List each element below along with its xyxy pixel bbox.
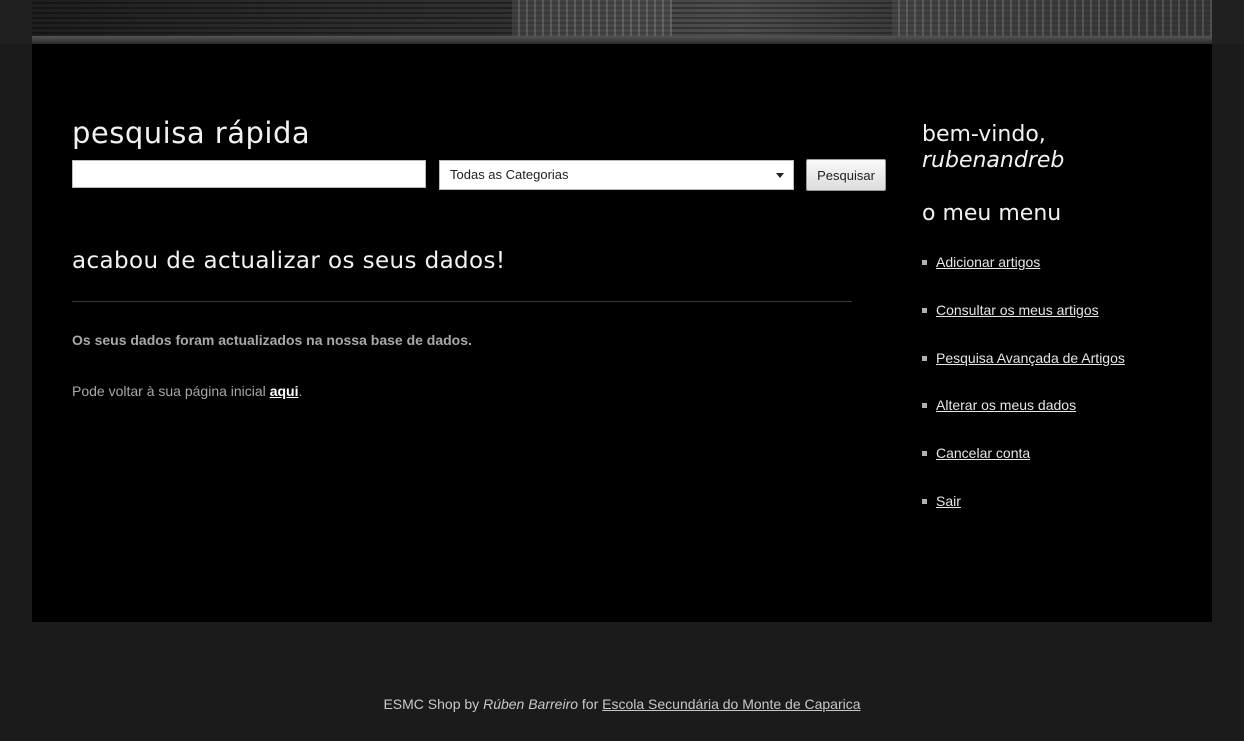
- divider: [72, 301, 852, 302]
- search-input[interactable]: [72, 160, 426, 188]
- return-home-text: Pode voltar à sua página inicial: [72, 383, 270, 399]
- return-home-message: Pode voltar à sua página inicial aqui.: [72, 383, 302, 399]
- menu-link-edit-profile[interactable]: Alterar os meus dados: [936, 397, 1076, 413]
- footer-middle: for: [578, 696, 603, 712]
- dropdown-arrow-icon: [776, 173, 784, 178]
- category-select[interactable]: Todas as Categorias: [439, 160, 794, 190]
- username: rubenandreb: [922, 148, 1065, 173]
- footer: ESMC Shop by Rúben Barreiro for Escola S…: [0, 696, 1244, 712]
- menu-link-my-articles[interactable]: Consultar os meus artigos: [936, 302, 1099, 318]
- return-home-link[interactable]: aqui: [270, 383, 299, 399]
- update-confirmation-message: Os seus dados foram actualizados na noss…: [72, 332, 472, 348]
- menu-link-cancel-account[interactable]: Cancelar conta: [936, 445, 1030, 461]
- return-home-suffix: .: [298, 383, 303, 399]
- footer-school-link[interactable]: Escola Secundária do Monte de Caparica: [602, 696, 860, 712]
- bullet-icon: [922, 451, 927, 457]
- bullet-icon: [922, 355, 927, 361]
- bullet-icon: [922, 498, 927, 504]
- header-banner-image: [32, 0, 1212, 44]
- menu-link-logout[interactable]: Sair: [936, 493, 961, 509]
- menu-link-advanced-search[interactable]: Pesquisa Avançada de Artigos: [936, 350, 1125, 366]
- footer-author: Rúben Barreiro: [483, 696, 579, 712]
- welcome-heading: bem-vindo, rubenandreb: [922, 122, 1064, 174]
- welcome-text: bem-vindo,: [922, 122, 1046, 147]
- search-button[interactable]: Pesquisar: [806, 159, 886, 191]
- bullet-icon: [922, 307, 927, 313]
- main-content: pesquisa rápida Todas as Categorias Pesq…: [32, 44, 1212, 622]
- menu-link-add-articles[interactable]: Adicionar artigos: [936, 254, 1040, 270]
- category-select-value: Todas as Categorias: [450, 167, 569, 182]
- bullet-icon: [922, 403, 927, 409]
- my-menu-title: o meu menu: [922, 201, 1062, 226]
- footer-prefix: ESMC Shop by: [383, 696, 484, 712]
- quick-search-title: pesquisa rápida: [72, 116, 311, 150]
- update-notice-title: acabou de actualizar os seus dados!: [72, 248, 506, 274]
- bullet-icon: [922, 260, 927, 265]
